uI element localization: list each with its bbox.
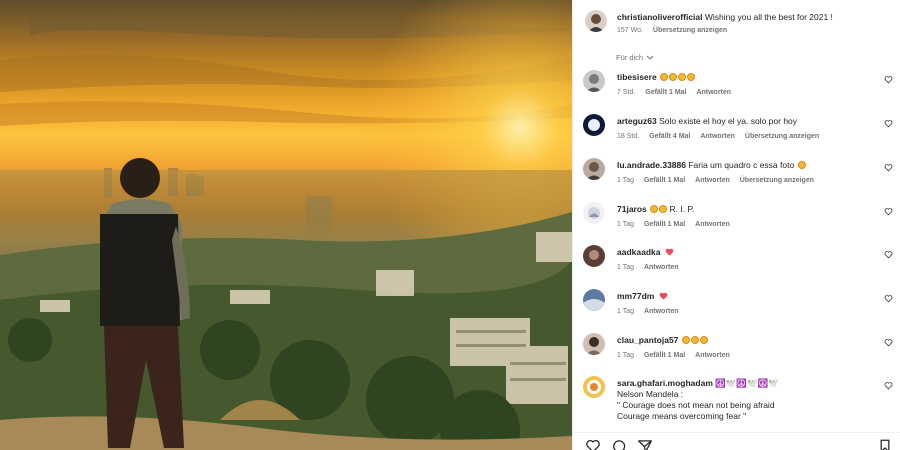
- reply-button[interactable]: Antworten: [700, 133, 735, 140]
- heart-icon[interactable]: [884, 250, 893, 259]
- avatar[interactable]: [583, 333, 605, 355]
- comment-item: clau_pantoja57 1 Tag Gefällt 1 Mal Antwo…: [583, 333, 893, 373]
- reply-button[interactable]: Antworten: [695, 177, 730, 184]
- comment-likes[interactable]: Gefällt 4 Mal: [649, 133, 690, 140]
- emoji-icon: [660, 73, 669, 81]
- emoji-icon: [659, 205, 668, 213]
- comment-icon[interactable]: [611, 439, 627, 450]
- emoji-icon: [650, 205, 659, 213]
- comment-age[interactable]: 1 Tag: [617, 352, 634, 359]
- comment-username[interactable]: aadkaadka: [617, 247, 660, 257]
- emoji-icon: [681, 336, 690, 344]
- comment-username[interactable]: arteguz63: [617, 116, 657, 126]
- caption-body: Wishing you all the best for 2021 !: [704, 12, 833, 22]
- comment-item: tibesisere 7 Std. Gefällt 1 Mal Antworte…: [583, 70, 893, 110]
- heart-emoji-icon: [659, 292, 668, 300]
- emoji-icon: [678, 73, 687, 81]
- comment-item: sara.ghafari.moghadam ☮️🕊️☮️🕊️☮️🕊️ Nelso…: [583, 376, 893, 432]
- comment-username[interactable]: lu.andrade.33886: [617, 160, 686, 170]
- comment-item: arteguz63 Solo existe el hoy el ya. solo…: [583, 114, 893, 154]
- avatar[interactable]: [583, 289, 605, 311]
- post-photo: [0, 0, 572, 450]
- avatar[interactable]: [583, 70, 605, 92]
- comment-filter-dropdown[interactable]: Für dich: [616, 53, 654, 62]
- heart-icon[interactable]: [884, 381, 893, 390]
- comment-item: aadkaadka 1 Tag Antworten: [583, 245, 893, 285]
- post-actions-bar: [573, 432, 900, 450]
- comment-item: 71jaros R. I. P. 1 Tag Gefällt 1 Mal Ant…: [583, 202, 893, 242]
- comment-item: lu.andrade.33886 Faria um quadro c essa …: [583, 158, 893, 198]
- comment-age[interactable]: 18 Std.: [617, 133, 639, 140]
- emoji-icon: [699, 336, 708, 344]
- comment-age[interactable]: 7 Std.: [617, 89, 635, 96]
- comment-text: ☮️🕊️☮️🕊️☮️🕊️: [715, 378, 779, 388]
- avatar[interactable]: [583, 376, 605, 398]
- caption-meta: 157 Wo. Übersetzung anzeigen: [617, 27, 735, 34]
- heart-icon[interactable]: [884, 294, 893, 303]
- comment-username[interactable]: mm77dm: [617, 291, 654, 301]
- avatar[interactable]: [585, 10, 607, 32]
- avatar[interactable]: [583, 245, 605, 267]
- comment-likes[interactable]: Gefällt 1 Mal: [645, 89, 686, 96]
- comment-likes[interactable]: Gefällt 1 Mal: [644, 221, 685, 228]
- comment-line: Courage means overcoming fear ": [617, 411, 747, 421]
- heart-emoji-icon: [665, 248, 674, 256]
- comments-panel: christianoliverofficial Wishing you all …: [572, 0, 900, 450]
- comment-likes[interactable]: Gefällt 1 Mal: [644, 352, 685, 359]
- translate-link[interactable]: Übersetzung anzeigen: [745, 133, 819, 140]
- heart-icon[interactable]: [585, 439, 601, 450]
- post-caption: christianoliverofficial Wishing you all …: [583, 8, 893, 56]
- comment-username[interactable]: 71jaros: [617, 204, 647, 214]
- filter-label: Für dich: [616, 53, 644, 62]
- reply-button[interactable]: Antworten: [644, 308, 679, 315]
- caption-age[interactable]: 157 Wo.: [617, 27, 643, 34]
- translate-link[interactable]: Übersetzung anzeigen: [740, 177, 814, 184]
- comment-username[interactable]: clau_pantoja57: [617, 335, 678, 345]
- emoji-icon: [797, 161, 806, 169]
- reply-button[interactable]: Antworten: [696, 89, 731, 96]
- comment-item: mm77dm 1 Tag Antworten: [583, 289, 893, 329]
- chevron-down-icon: [646, 55, 654, 60]
- comment-username[interactable]: tibesisere: [617, 72, 657, 82]
- reply-button[interactable]: Antworten: [695, 352, 730, 359]
- comment-line: " Courage does not mean not being afraid: [617, 400, 775, 410]
- heart-icon[interactable]: [884, 119, 893, 128]
- caption-username[interactable]: christianoliverofficial: [617, 12, 703, 22]
- comment-age[interactable]: 1 Tag: [617, 221, 634, 228]
- emoji-icon: [669, 73, 678, 81]
- sunset-scene: [0, 0, 572, 450]
- avatar[interactable]: [583, 114, 605, 136]
- emoji-icon: [690, 336, 699, 344]
- comment-text: Solo existe el hoy el ya. solo por hoy: [659, 116, 798, 126]
- comment-age[interactable]: 1 Tag: [617, 177, 634, 184]
- heart-icon[interactable]: [884, 207, 893, 216]
- reply-button[interactable]: Antworten: [695, 221, 730, 228]
- avatar[interactable]: [583, 202, 605, 224]
- comment-age[interactable]: 1 Tag: [617, 308, 634, 315]
- bookmark-icon[interactable]: [877, 439, 893, 450]
- comment-text: Faria um quadro c essa foto: [688, 160, 795, 170]
- avatar[interactable]: [583, 158, 605, 180]
- heart-icon[interactable]: [884, 338, 893, 347]
- comment-likes[interactable]: Gefällt 1 Mal: [644, 177, 685, 184]
- comment-username[interactable]: sara.ghafari.moghadam: [617, 378, 713, 388]
- heart-icon[interactable]: [884, 75, 893, 84]
- comment-text: R. I. P.: [669, 204, 695, 214]
- emoji-icon: [687, 73, 696, 81]
- share-icon[interactable]: [637, 439, 653, 450]
- comment-age[interactable]: 1 Tag: [617, 264, 634, 271]
- comment-line: Nelson Mandela :: [617, 389, 684, 399]
- translate-link[interactable]: Übersetzung anzeigen: [653, 27, 727, 34]
- caption-text: christianoliverofficial Wishing you all …: [617, 12, 833, 23]
- heart-icon[interactable]: [884, 163, 893, 172]
- reply-button[interactable]: Antworten: [644, 264, 679, 271]
